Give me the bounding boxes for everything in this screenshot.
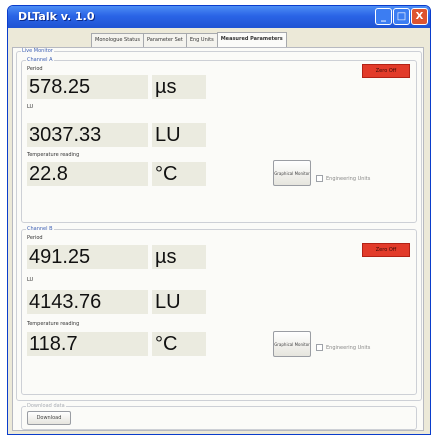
channel-a-period-value: 578.25 [27, 75, 148, 99]
channel-b-period-unit: µs [152, 245, 206, 269]
channel-b-lu-label: LU [27, 277, 34, 283]
channel-a-lu-label: LU [27, 104, 34, 110]
channel-b-temp-unit: °C [152, 332, 206, 356]
download-button[interactable]: Download [27, 411, 71, 425]
channel-b-lu-unit: LU [152, 290, 206, 314]
tab-monologue-status[interactable]: Monologue Status [91, 33, 144, 48]
channel-a-engineering-units-checkbox[interactable] [316, 175, 323, 182]
channel-b-title: Channel B [26, 226, 54, 232]
channel-b-temp-value: 118.7 [27, 332, 148, 356]
live-monitor-title: Live Monitor [21, 48, 54, 54]
close-icon[interactable]: X [411, 8, 428, 25]
channel-a-period-label: Period [27, 66, 43, 72]
download-title: Download data [26, 403, 66, 409]
title-bar[interactable]: DLTalk v. 1.0 _ □ X [8, 6, 430, 28]
channel-b-temp-label: Temperature reading [27, 321, 80, 327]
channel-b-zero-button[interactable]: Zero Off [362, 243, 410, 257]
channel-a-engineering-units-label: Engineering Units [326, 176, 371, 182]
channel-b-period-label: Period [27, 235, 43, 241]
channel-a-title: Channel A [26, 57, 54, 63]
tab-measured-parameters[interactable]: Measured Parameters [216, 32, 287, 48]
tab-bar: Monologue Status Parameter Set Eng Units… [91, 32, 287, 48]
channel-b-period-value: 491.25 [27, 245, 148, 269]
channel-a-zero-button[interactable]: Zero Off [362, 64, 410, 78]
app-window: DLTalk v. 1.0 _ □ X Monologue Status Par… [7, 5, 431, 435]
channel-a-temp-value: 22.8 [27, 162, 148, 186]
channel-a-temp-label: Temperature reading [27, 152, 80, 158]
channel-b-graphical-monitor-button[interactable]: Graphical Monitor [273, 331, 311, 357]
app-title: DLTalk v. 1.0 [18, 10, 95, 23]
channel-a-lu-unit: LU [152, 123, 206, 147]
channel-a-period-unit: µs [152, 75, 206, 99]
channel-b-lu-value: 4143.76 [27, 290, 148, 314]
channel-b-engineering-units-label: Engineering Units [326, 345, 371, 351]
maximize-icon[interactable]: □ [393, 8, 410, 25]
download-group [21, 406, 417, 430]
measured-parameters-panel: Live Monitor Channel A Period Zero Off 5… [12, 47, 424, 431]
tab-parameter-set[interactable]: Parameter Set [143, 33, 187, 48]
minimize-icon[interactable]: _ [375, 8, 392, 25]
channel-a-lu-value: 3037.33 [27, 123, 148, 147]
tab-eng-units[interactable]: Eng Units [185, 33, 218, 48]
channel-a-temp-unit: °C [152, 162, 206, 186]
channel-b-engineering-units-checkbox[interactable] [316, 344, 323, 351]
channel-a-graphical-monitor-button[interactable]: Graphical Monitor [273, 160, 311, 186]
